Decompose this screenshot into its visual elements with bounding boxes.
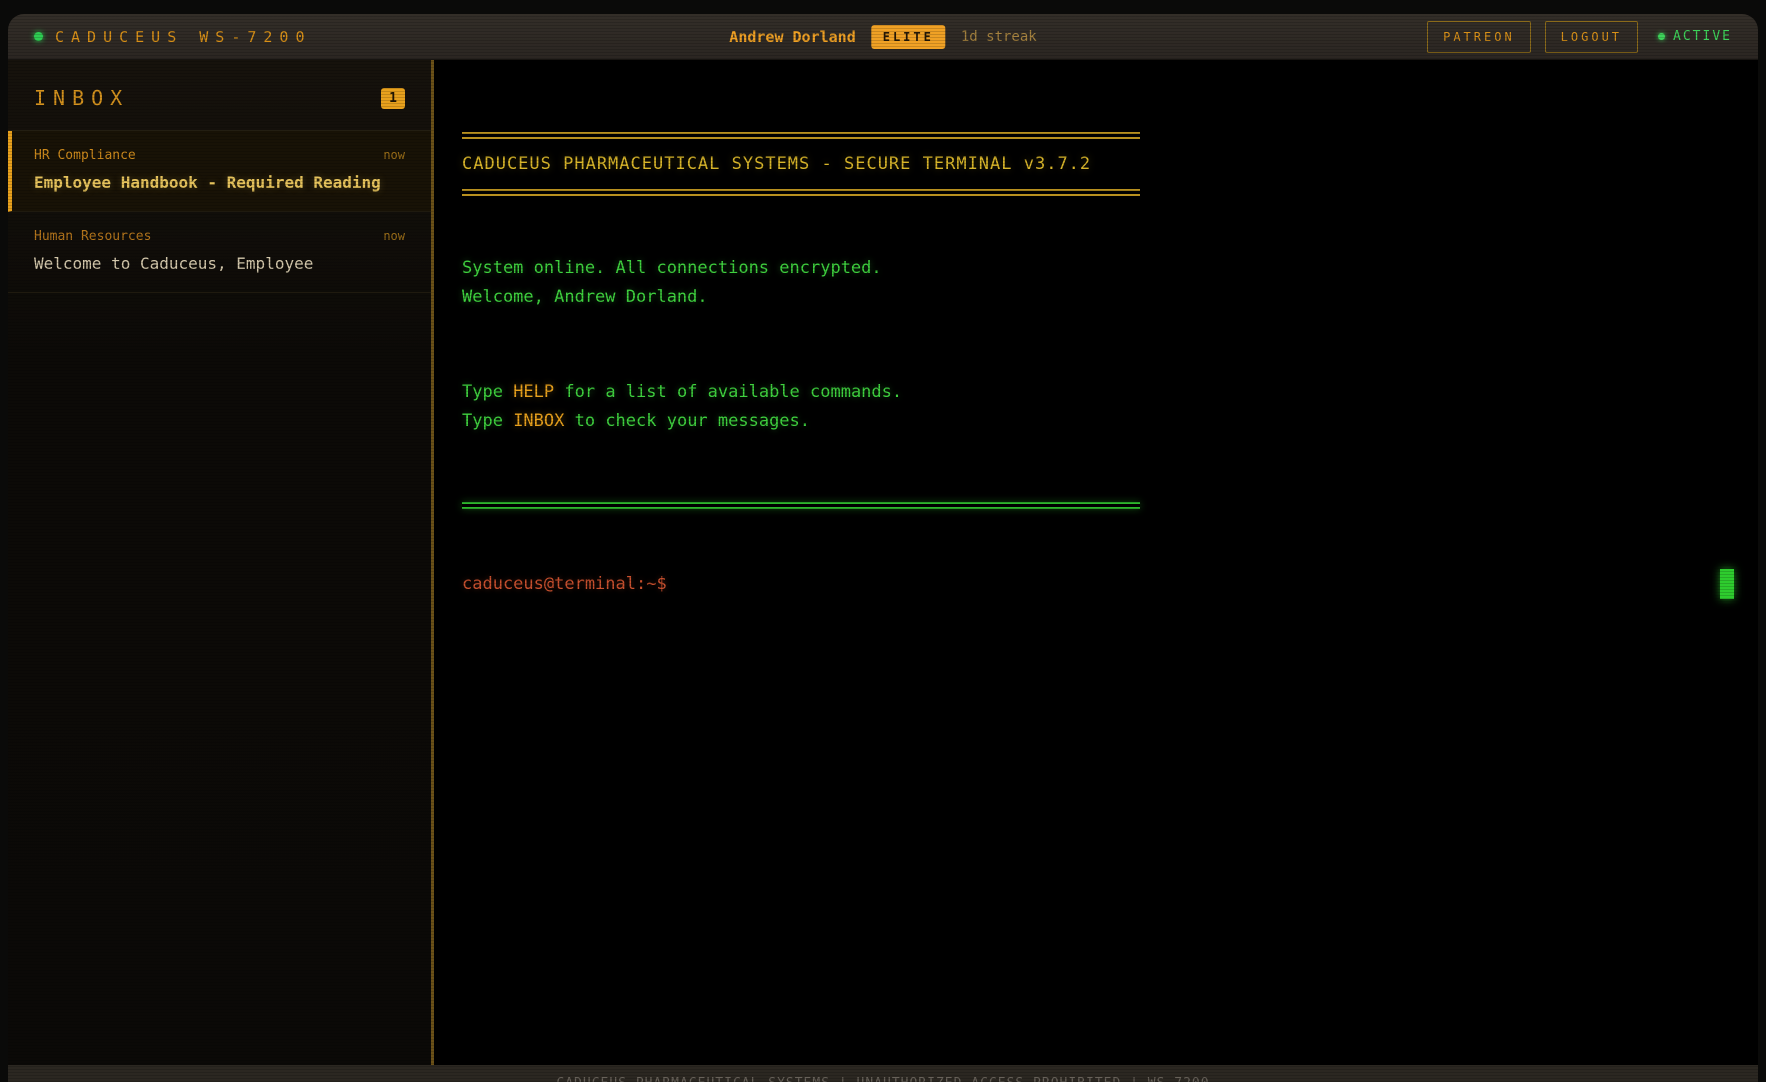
message-subject: Employee Handbook - Required Reading <box>34 173 405 192</box>
topbar-actions: PATREON LOGOUT ACTIVE <box>1413 21 1732 53</box>
active-dot-icon <box>1658 33 1665 40</box>
brand: CADUCEUS WS-7200 <box>34 28 312 46</box>
app-window: CADUCEUS WS-7200 Andrew Dorland ELITE 1d… <box>8 14 1758 1082</box>
message-meta: Human Resources now <box>34 229 405 244</box>
terminal-line-inbox: Type INBOX to check your messages. <box>462 407 1758 436</box>
message-meta: HR Compliance now <box>34 148 405 163</box>
inbox-suffix: to check your messages. <box>564 411 810 431</box>
header-rule-bottom <box>462 189 1140 196</box>
top-bar: CADUCEUS WS-7200 Andrew Dorland ELITE 1d… <box>8 14 1758 60</box>
inbox-header: INBOX 1 <box>8 60 431 131</box>
help-suffix: for a list of available commands. <box>554 382 902 402</box>
command-prompt-row[interactable]: caduceus@terminal:~$ <box>462 569 1758 599</box>
terminal-screen[interactable]: CADUCEUS PHARMACEUTICAL SYSTEMS - SECURE… <box>434 60 1758 1065</box>
footer-bar: CADUCEUS PHARMACEUTICAL SYSTEMS | UNAUTH… <box>8 1065 1758 1082</box>
message-subject: Welcome to Caduceus, Employee <box>34 254 405 273</box>
inbox-command: INBOX <box>513 411 564 431</box>
terminal-line-welcome: Welcome, Andrew Dorland. <box>462 283 1758 312</box>
prompt-label: caduceus@terminal:~$ <box>462 574 667 594</box>
spacer <box>462 312 1758 378</box>
power-indicator-icon <box>34 32 43 41</box>
header-rule-top <box>462 132 1140 139</box>
user-name: Andrew Dorland <box>729 28 855 46</box>
rank-badge: ELITE <box>872 25 945 49</box>
separator-rule-green <box>462 502 1140 509</box>
message-time: now <box>383 148 405 162</box>
streak-label: 1d streak <box>961 29 1037 45</box>
message-sender: Human Resources <box>34 229 151 244</box>
inbox-title: INBOX <box>34 86 129 110</box>
patreon-button[interactable]: PATREON <box>1427 21 1531 53</box>
spacer <box>462 436 1758 502</box>
terminal-line-help: Type HELP for a list of available comman… <box>462 378 1758 407</box>
session-status: ACTIVE <box>1658 29 1732 44</box>
message-item-read[interactable]: Human Resources now Welcome to Caduceus,… <box>8 212 431 293</box>
user-info: Andrew Dorland ELITE 1d streak <box>729 25 1036 49</box>
footer-text: CADUCEUS PHARMACEUTICAL SYSTEMS | UNAUTH… <box>556 1076 1209 1082</box>
active-status-label: ACTIVE <box>1673 29 1732 44</box>
help-prefix: Type <box>462 382 513 402</box>
main-content: INBOX 1 HR Compliance now Employee Handb… <box>8 60 1758 1065</box>
help-command: HELP <box>513 382 554 402</box>
inbox-sidebar: INBOX 1 HR Compliance now Employee Handb… <box>8 60 434 1065</box>
message-item-unread[interactable]: HR Compliance now Employee Handbook - Re… <box>8 131 431 212</box>
terminal-header-title: CADUCEUS PHARMACEUTICAL SYSTEMS - SECURE… <box>462 154 1758 174</box>
logout-button[interactable]: LOGOUT <box>1545 21 1638 53</box>
brand-name: CADUCEUS WS-7200 <box>55 28 312 46</box>
message-sender: HR Compliance <box>34 148 136 163</box>
spacer <box>462 509 1758 569</box>
spacer <box>462 196 1758 254</box>
terminal-cursor <box>1720 569 1734 599</box>
unread-count-badge: 1 <box>381 88 405 109</box>
inbox-prefix: Type <box>462 411 513 431</box>
message-time: now <box>383 229 405 243</box>
terminal-line-system: System online. All connections encrypted… <box>462 254 1758 283</box>
